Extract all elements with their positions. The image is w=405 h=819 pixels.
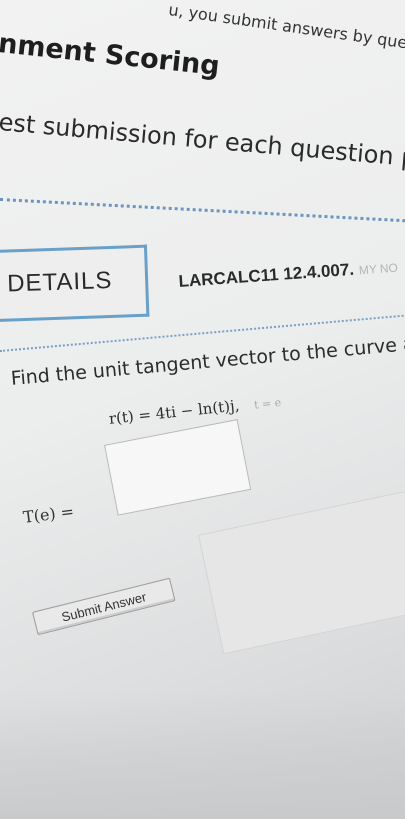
- submit-answer-button[interactable]: Submit Answer: [32, 577, 176, 636]
- background-haze: [0, 690, 405, 819]
- section-title: nment Scoring: [0, 28, 222, 83]
- question-code: LARCALC11 12.4.007. MY NO: [178, 257, 398, 292]
- scoring-description: est submission for each question part is…: [0, 108, 405, 183]
- function-definition: r(t) = 4ti − ln(t)j, t = e: [108, 392, 282, 428]
- question-prompt-text: Find the unit tangent vector to the curv…: [10, 324, 405, 390]
- submission-note: u, you submit answers by questi: [167, 0, 405, 55]
- details-tab[interactable]: DETAILS: [0, 244, 150, 322]
- function-point: t = e: [253, 395, 282, 412]
- answer-input[interactable]: [104, 419, 252, 516]
- section-divider: [0, 198, 405, 224]
- question-code-text: LARCALC11 12.4.007.: [178, 259, 355, 291]
- question-prompt: Find the unit tangent vector to the curv…: [10, 324, 405, 389]
- blank-panel: [198, 486, 405, 655]
- answer-label: T(e) =: [22, 501, 76, 527]
- question-code-tail: MY NO: [358, 260, 399, 278]
- screen: u, you submit answers by questi nment Sc…: [0, 0, 405, 819]
- details-label: DETAILS: [6, 266, 113, 298]
